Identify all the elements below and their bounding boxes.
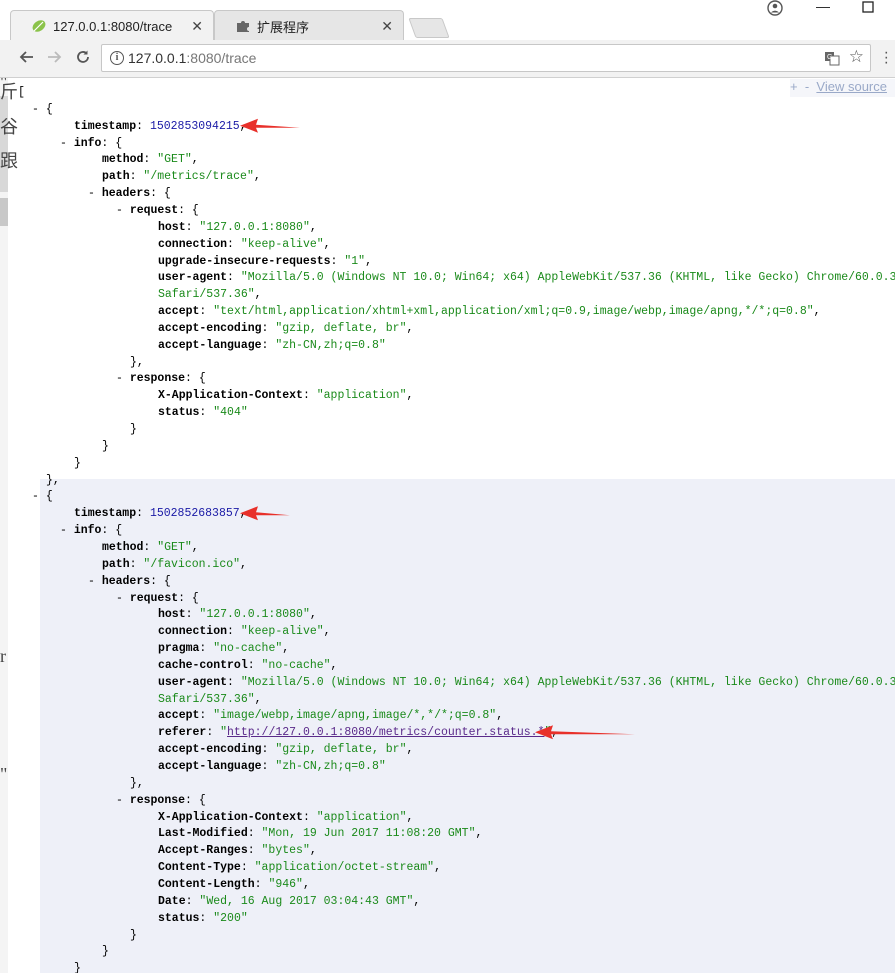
back-icon[interactable] <box>18 49 34 70</box>
forward-icon[interactable] <box>47 49 63 70</box>
title-bar: 127.0.0.1:8080/trace ✕ 扩展程序 ✕ — <box>0 0 895 41</box>
minimize-icon[interactable]: — <box>816 0 830 14</box>
url-text[interactable]: 127.0.0.1:8080/trace <box>128 50 256 66</box>
tab-extensions[interactable]: 扩展程序 ✕ <box>214 10 404 41</box>
toolbar: i 127.0.0.1:8080/trace G ☆ · · · <box>0 40 895 78</box>
leaf-icon <box>31 18 47 34</box>
svg-text:G: G <box>827 54 832 61</box>
tab-title: 127.0.0.1:8080/trace <box>53 18 173 34</box>
info-icon[interactable]: i <box>110 51 124 65</box>
tab-trace[interactable]: 127.0.0.1:8080/trace ✕ <box>10 10 214 41</box>
reload-icon[interactable] <box>75 49 91 70</box>
maximize-icon[interactable] <box>862 0 874 16</box>
puzzle-icon <box>235 18 251 34</box>
translate-icon[interactable]: G <box>824 50 840 69</box>
tab-title: 扩展程序 <box>257 19 310 35</box>
red-arrow <box>535 725 635 740</box>
menu-icon[interactable]: · · · <box>884 45 889 71</box>
address-bar[interactable]: i 127.0.0.1:8080/trace G ☆ <box>101 44 871 72</box>
profile-icon[interactable] <box>767 0 783 19</box>
red-arrow <box>240 118 300 133</box>
star-icon[interactable]: ☆ <box>849 47 864 67</box>
red-arrow <box>240 506 290 521</box>
annotation-arrows <box>240 118 635 740</box>
new-tab-button[interactable] <box>408 18 450 38</box>
page-content: " 斤 谷 跟 r " + - View source [- {timestam… <box>0 78 895 973</box>
close-icon[interactable]: ✕ <box>191 18 203 35</box>
close-icon[interactable]: ✕ <box>381 18 393 35</box>
